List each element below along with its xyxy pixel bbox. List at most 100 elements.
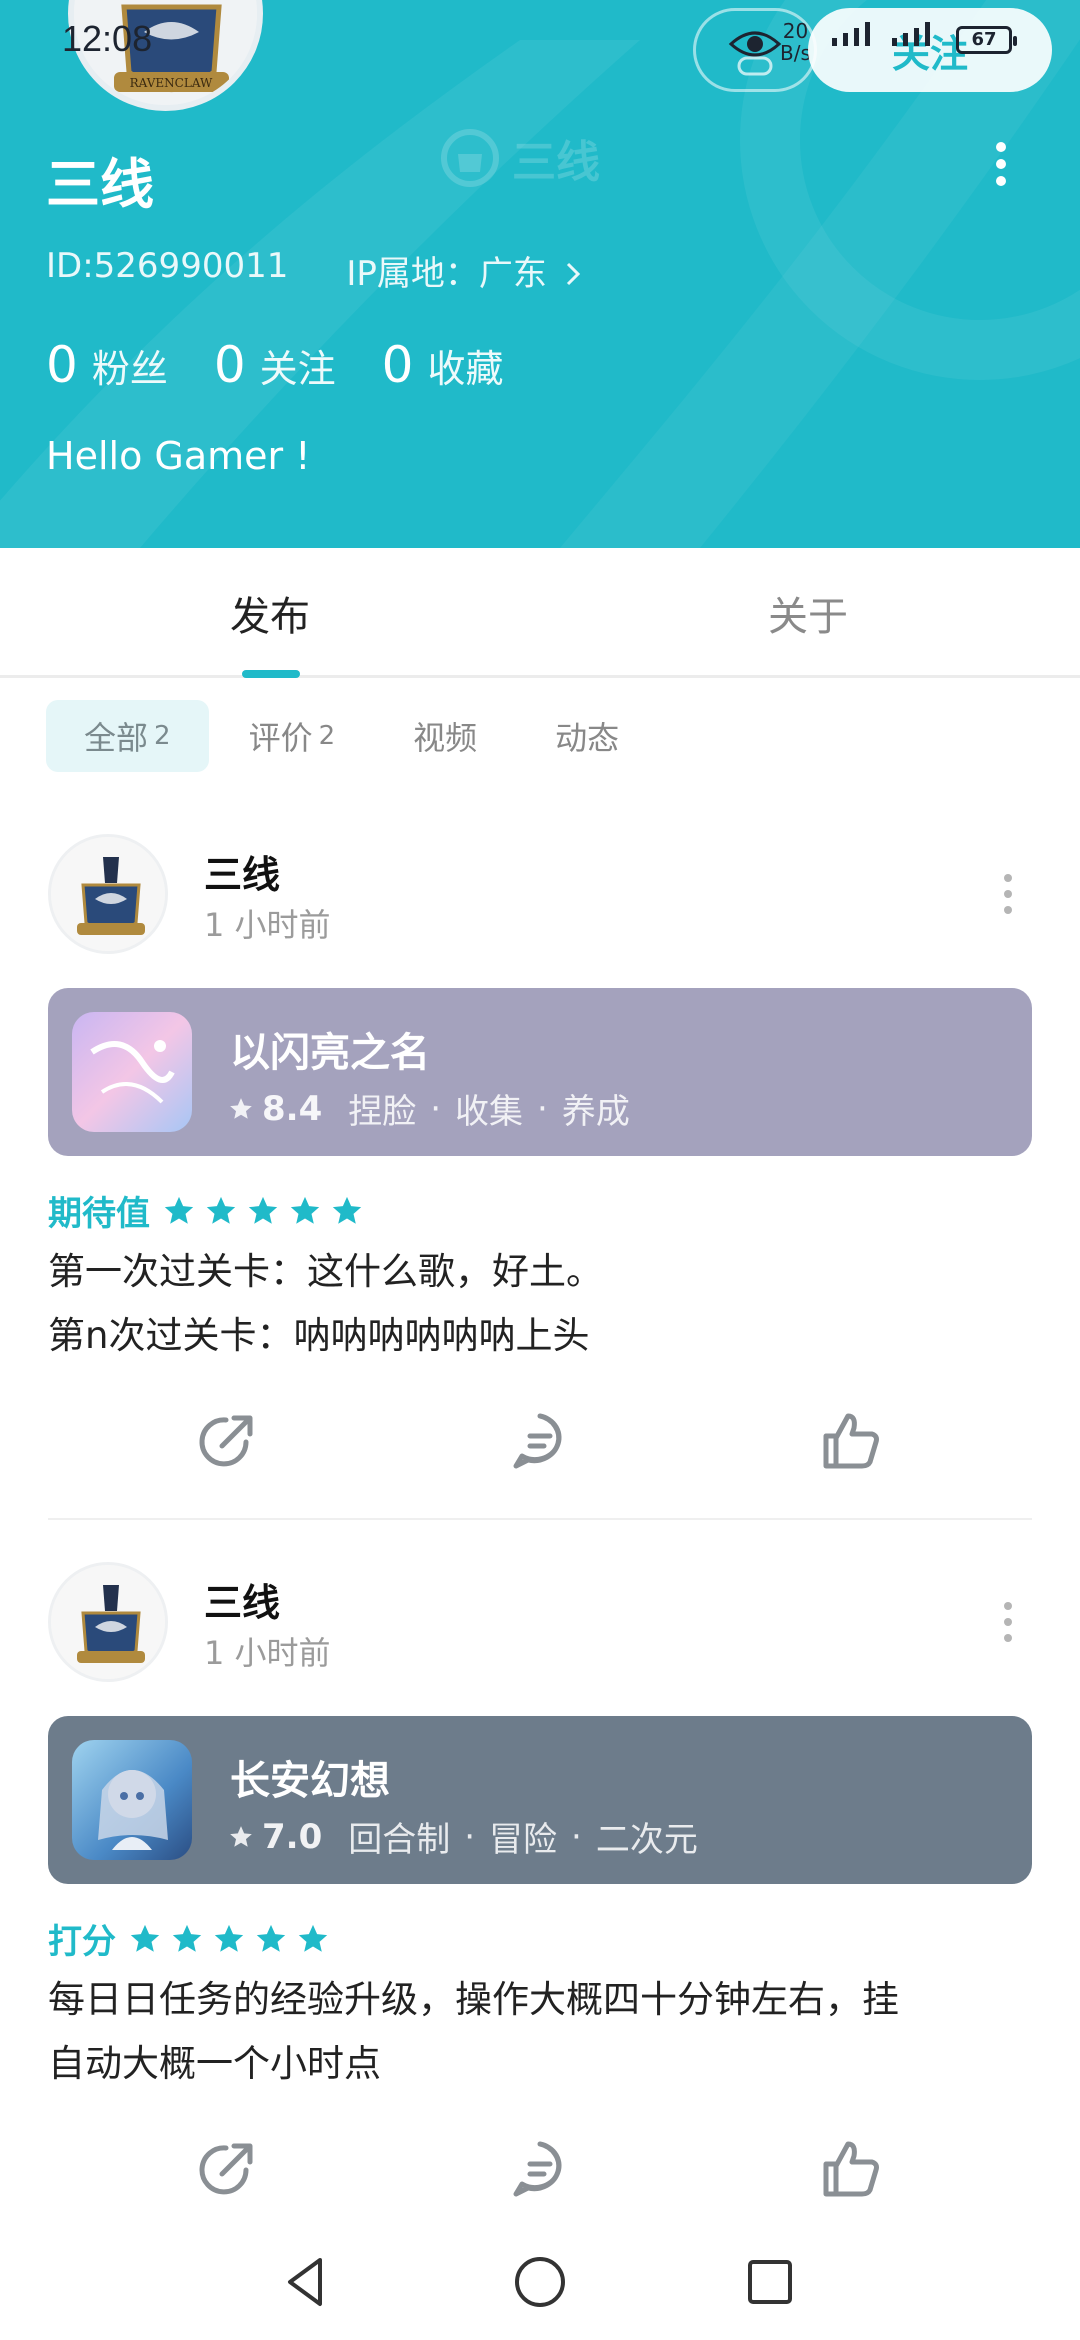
comment-icon[interactable] — [508, 1408, 572, 1472]
status-time: 12:08 — [62, 18, 153, 59]
rating-star-icon — [256, 1924, 286, 1952]
watermark-crest-icon — [441, 129, 499, 187]
battery-icon: 67 — [956, 26, 1017, 54]
post-author-name: 三线 — [204, 853, 281, 897]
game-meta: 7.0 回合制 · 冒险 · 二次元 — [228, 1812, 698, 1861]
star-icon — [230, 1097, 252, 1119]
profile-username: 三线 — [46, 153, 154, 216]
game-tag: 养成 — [561, 1092, 630, 1132]
rating-star-icon — [172, 1924, 202, 1952]
stat-following[interactable]: 0 关注 — [214, 336, 336, 394]
post-text-line: 第n次过关卡：呐呐呐呐呐呐上头 — [48, 1314, 590, 1357]
post-author-name: 三线 — [204, 1581, 281, 1625]
ravenclaw-crest-icon — [51, 1565, 165, 1679]
thumbs-up-icon[interactable] — [820, 2136, 884, 2200]
signal-icon — [832, 22, 930, 46]
game-meta: 8.4 捏脸 · 收集 · 养成 — [228, 1084, 630, 1133]
post-author-avatar[interactable] — [48, 1562, 168, 1682]
post-card: 三线 1 小时前 长安幻想 7.0 回合制 · 冒险 · 二次元 打分 每日日任… — [0, 1558, 1080, 2230]
game-tag: 冒险 — [489, 1820, 558, 1860]
system-nav-bar — [0, 2230, 1080, 2340]
star-icon — [230, 1825, 252, 1847]
filter-all-label: 全部 — [84, 719, 149, 757]
recent-square-icon[interactable] — [740, 2252, 800, 2312]
follow-button[interactable]: 关注 — [808, 8, 1052, 92]
post-time: 1 小时前 — [204, 1634, 331, 1672]
game-icon — [72, 1740, 192, 1860]
user-id: ID:526990011 — [46, 246, 289, 286]
rating-line: 期待值 — [48, 1186, 372, 1235]
game-title: 以闪亮之名 — [230, 1030, 430, 1076]
filter-reviews-count: 2 — [318, 721, 336, 751]
ravenclaw-crest-icon — [51, 837, 165, 951]
stat-fans-label: 粉丝 — [91, 347, 168, 391]
game-tag: 收集 — [455, 1092, 524, 1132]
profile-id-line: ID:526990011 IP属地：广东 — [46, 246, 582, 295]
rating-star-icon — [248, 1196, 278, 1224]
filter-reviews-label: 评价 — [248, 719, 313, 757]
watermark-text: 三线 — [512, 137, 600, 188]
post-actions — [0, 2136, 1080, 2206]
more-options-icon[interactable] — [986, 142, 1016, 186]
net-speed: 20 B/s — [780, 20, 811, 64]
chevron-right-icon — [566, 262, 580, 286]
filter-moments-label: 动态 — [555, 719, 620, 757]
net-speed-unit: B/s — [780, 41, 811, 65]
post-text-line: 第一次过关卡：这什么歌，好土。 — [48, 1250, 603, 1293]
game-logo-icon — [72, 1740, 192, 1860]
back-triangle-icon[interactable] — [278, 2252, 338, 2312]
comment-icon[interactable] — [508, 2136, 572, 2200]
ip-location-link[interactable]: IP属地：广东 — [346, 246, 581, 295]
rating-star-icon — [130, 1924, 160, 1952]
post-text-line: 自动大概一个小时点 — [48, 2042, 381, 2085]
post-text[interactable]: 第一次过关卡：这什么歌，好土。 第n次过关卡：呐呐呐呐呐呐上头 — [48, 1240, 1038, 1368]
header-watermark: 三线 — [440, 126, 600, 190]
game-tag: 二次元 — [595, 1820, 698, 1860]
post-actions — [0, 1408, 1080, 1478]
post-more-icon[interactable] — [1002, 874, 1014, 914]
net-speed-value: 20 — [782, 19, 809, 43]
tab-posts[interactable]: 发布 — [230, 584, 310, 642]
post-more-icon[interactable] — [1002, 1602, 1014, 1642]
tab-about[interactable]: 关于 — [768, 584, 848, 642]
game-logo-icon — [72, 1012, 192, 1132]
svg-text:RAVENCLAW: RAVENCLAW — [130, 76, 213, 90]
thumbs-up-icon[interactable] — [820, 1408, 884, 1472]
rating-star-icon — [206, 1196, 236, 1224]
game-score: 7.0 — [262, 1816, 323, 1857]
profile-header: RAVENCLAW 12:08 20 B/s 关注 67 三线 三线 ID:52… — [0, 0, 1080, 548]
home-circle-icon[interactable] — [510, 2252, 570, 2312]
game-card[interactable]: 以闪亮之名 8.4 捏脸 · 收集 · 养成 — [48, 988, 1032, 1156]
tab-indicator — [242, 670, 300, 678]
post-divider — [48, 1518, 1032, 1520]
rating-star-icon — [164, 1196, 194, 1224]
post-card: 三线 1 小时前 以闪亮之名 8.4 捏脸 · 收集 · 养成 期待值 第一次过… — [0, 830, 1080, 1530]
rating-star-icon — [298, 1924, 328, 1952]
ip-location-text: IP属地：广东 — [346, 254, 547, 294]
profile-bio: Hello Gamer ! — [46, 434, 311, 478]
filter-moments[interactable]: 动态 — [517, 700, 657, 772]
rating-label: 期待值 — [48, 1194, 150, 1234]
stat-following-count: 0 — [213, 336, 246, 394]
game-card[interactable]: 长安幻想 7.0 回合制 · 冒险 · 二次元 — [48, 1716, 1032, 1884]
share-icon[interactable] — [196, 2136, 260, 2200]
stat-following-label: 关注 — [259, 347, 336, 391]
post-author-avatar[interactable] — [48, 834, 168, 954]
filter-videos[interactable]: 视频 — [375, 700, 515, 772]
filter-all-count: 2 — [154, 721, 171, 751]
post-text[interactable]: 每日日任务的经验升级，操作大概四十分钟左右，挂 自动大概一个小时点 — [48, 1968, 1038, 2096]
game-icon — [72, 1012, 192, 1132]
game-title: 长安幻想 — [230, 1758, 390, 1804]
filter-all[interactable]: 全部 2 — [46, 700, 209, 772]
post-text-line: 每日日任务的经验升级，操作大概四十分钟左右，挂 — [48, 1978, 899, 2021]
rating-star-icon — [214, 1924, 244, 1952]
stat-fans[interactable]: 0 粉丝 — [46, 336, 168, 394]
rating-star-icon — [332, 1196, 362, 1224]
rating-label: 打分 — [48, 1922, 116, 1962]
filter-reviews[interactable]: 评价 2 — [211, 700, 374, 772]
rating-star-icon — [290, 1196, 320, 1224]
stat-favorites[interactable]: 0 收藏 — [382, 336, 504, 394]
share-icon[interactable] — [196, 1408, 260, 1472]
filter-videos-label: 视频 — [413, 719, 478, 757]
stat-fans-count: 0 — [46, 336, 78, 394]
